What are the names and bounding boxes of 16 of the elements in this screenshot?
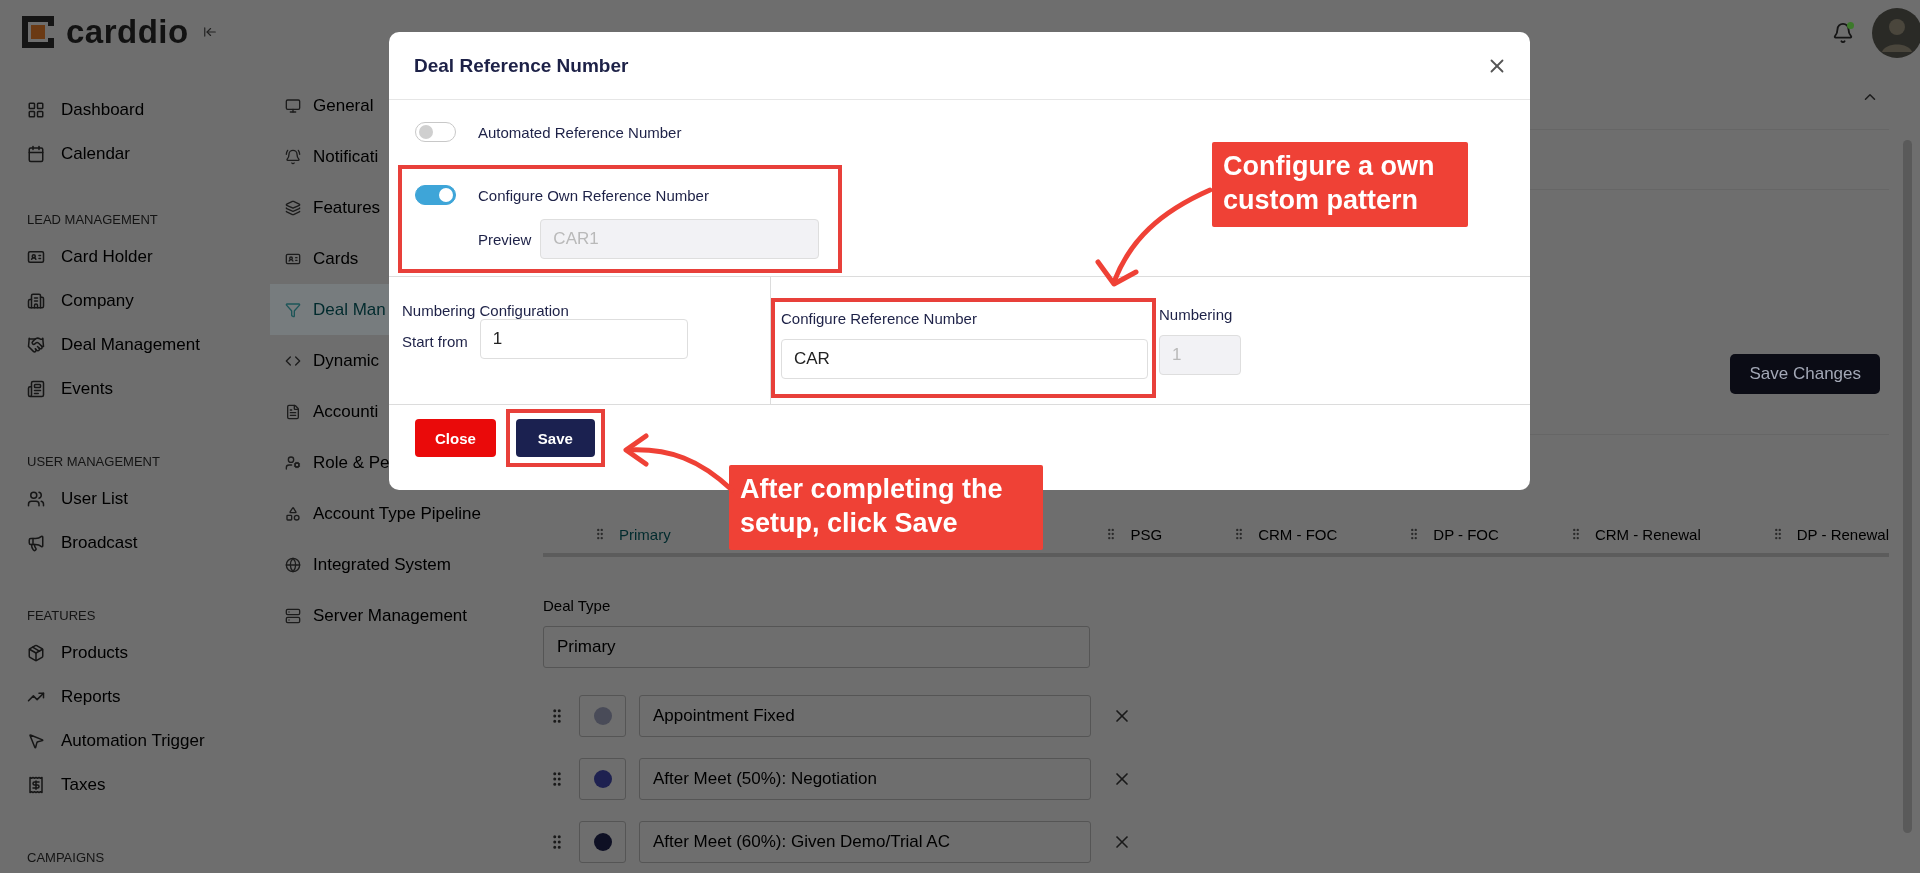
option-label: Automated Reference Number (478, 123, 682, 141)
section-heading: CAMPAIGNS (27, 849, 106, 868)
dialog-title: Deal Reference Number (414, 54, 629, 77)
field-label: Numbering (1159, 306, 1234, 323)
field-label: Configure Reference Number (781, 310, 978, 327)
section-heading: LEAD MANAGEMENT (27, 211, 159, 230)
field-label: Start from (402, 333, 468, 350)
section-heading: FEATURES (27, 607, 97, 626)
callout-label: Configure a own custom pattern (1212, 142, 1468, 227)
option-label: Configure Own Reference Number (478, 186, 709, 204)
callout-label: After completing the setup, click Save (729, 465, 1043, 550)
field-label: Deal Type (543, 597, 612, 614)
section-heading: USER MANAGEMENT (27, 453, 161, 472)
section-label: Numbering Configuration (402, 302, 570, 319)
field-label: Preview (478, 230, 532, 248)
logo-text: carddio (66, 12, 189, 51)
